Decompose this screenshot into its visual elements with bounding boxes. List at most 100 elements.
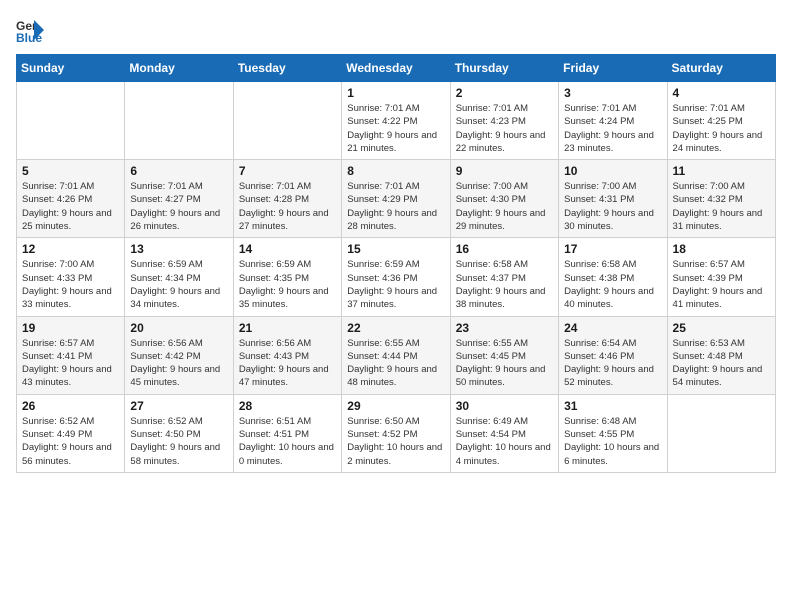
calendar-cell: 24Sunrise: 6:54 AM Sunset: 4:46 PM Dayli… <box>559 316 667 394</box>
day-number: 15 <box>347 242 444 256</box>
day-number: 16 <box>456 242 553 256</box>
calendar-cell: 22 Sunrise: 6:55 AM Sunset: 4:44 PM Dayli… <box>342 316 450 394</box>
day-number: 7 <box>239 164 336 178</box>
calendar-header-wednesday: Wednesday <box>342 55 450 82</box>
day-number: 26 <box>22 399 119 413</box>
day-info: Sunrise: 7:01 AM Sunset: 4:24 PM Dayligh… <box>564 102 661 155</box>
day-info: Sunrise: 7:00 AM Sunset: 4:32 PM Dayligh… <box>673 180 770 233</box>
day-info: Sunrise: 7:01 AM Sunset: 4:23 PM Dayligh… <box>456 102 553 155</box>
calendar-cell: 26 Sunrise: 6:52 AM Sunset: 4:49 PM Dayli… <box>17 394 125 472</box>
day-info: Sunrise: 6:52 AM Sunset: 4:49 PM Dayligh… <box>22 415 119 468</box>
day-number: 23 <box>456 321 553 335</box>
calendar-cell: 30 Sunrise: 6:49 AM Sunset: 4:54 PM Dayli… <box>450 394 558 472</box>
day-info: Sunrise: 6:58 AM Sunset: 4:38 PM Dayligh… <box>564 258 661 311</box>
calendar-cell: 8 Sunrise: 7:01 AM Sunset: 4:29 PM Daylig… <box>342 160 450 238</box>
day-info: Sunrise: 6:49 AM Sunset: 4:54 PM Dayligh… <box>456 415 553 468</box>
calendar-cell: 2 Sunrise: 7:01 AM Sunset: 4:23 PM Daylig… <box>450 82 558 160</box>
day-info: Sunrise: 7:01 AM Sunset: 4:28 PM Dayligh… <box>239 180 336 233</box>
day-number: 13 <box>130 242 227 256</box>
calendar-header-tuesday: Tuesday <box>233 55 341 82</box>
day-number: 31 <box>564 399 661 413</box>
day-number: 30 <box>456 399 553 413</box>
calendar-cell: 14Sunrise: 6:59 AM Sunset: 4:35 PM Dayli… <box>233 238 341 316</box>
day-number: 11 <box>673 164 770 178</box>
calendar-cell <box>125 82 233 160</box>
day-info: Sunrise: 6:56 AM Sunset: 4:43 PM Dayligh… <box>239 337 336 390</box>
logo-icon: Gen Blue <box>16 16 44 44</box>
day-info: Sunrise: 7:01 AM Sunset: 4:26 PM Dayligh… <box>22 180 119 233</box>
day-number: 22 <box>347 321 444 335</box>
day-number: 25 <box>673 321 770 335</box>
calendar-header-sunday: Sunday <box>17 55 125 82</box>
day-info: Sunrise: 6:50 AM Sunset: 4:52 PM Dayligh… <box>347 415 444 468</box>
day-info: Sunrise: 7:00 AM Sunset: 4:31 PM Dayligh… <box>564 180 661 233</box>
calendar-header-row: SundayMondayTuesdayWednesdayThursdayFrid… <box>17 55 776 82</box>
day-info: Sunrise: 6:55 AM Sunset: 4:44 PM Dayligh… <box>347 337 444 390</box>
calendar-cell: 9 Sunrise: 7:00 AM Sunset: 4:30 PM Daylig… <box>450 160 558 238</box>
day-number: 27 <box>130 399 227 413</box>
day-number: 6 <box>130 164 227 178</box>
calendar-header-friday: Friday <box>559 55 667 82</box>
calendar-cell: 28 Sunrise: 6:51 AM Sunset: 4:51 PM Dayli… <box>233 394 341 472</box>
day-info: Sunrise: 6:52 AM Sunset: 4:50 PM Dayligh… <box>130 415 227 468</box>
svg-text:Blue: Blue <box>16 31 42 44</box>
calendar-cell: 25Sunrise: 6:53 AM Sunset: 4:48 PM Dayli… <box>667 316 775 394</box>
calendar-cell: 23 Sunrise: 6:55 AM Sunset: 4:45 PM Dayli… <box>450 316 558 394</box>
calendar-cell: 7 Sunrise: 7:01 AM Sunset: 4:28 PM Daylig… <box>233 160 341 238</box>
day-info: Sunrise: 7:01 AM Sunset: 4:22 PM Dayligh… <box>347 102 444 155</box>
calendar-cell: 4 Sunrise: 7:01 AM Sunset: 4:25 PM Daylig… <box>667 82 775 160</box>
day-info: Sunrise: 6:51 AM Sunset: 4:51 PM Dayligh… <box>239 415 336 468</box>
calendar-week-row: 1 Sunrise: 7:01 AM Sunset: 4:22 PM Daylig… <box>17 82 776 160</box>
day-info: Sunrise: 7:01 AM Sunset: 4:27 PM Dayligh… <box>130 180 227 233</box>
day-info: Sunrise: 6:56 AM Sunset: 4:42 PM Dayligh… <box>130 337 227 390</box>
calendar-cell: 17 Sunrise: 6:58 AM Sunset: 4:38 PM Dayli… <box>559 238 667 316</box>
calendar-cell: 3Sunrise: 7:01 AM Sunset: 4:24 PM Daylig… <box>559 82 667 160</box>
day-number: 10 <box>564 164 661 178</box>
day-number: 8 <box>347 164 444 178</box>
day-number: 5 <box>22 164 119 178</box>
calendar-header-thursday: Thursday <box>450 55 558 82</box>
day-number: 2 <box>456 86 553 100</box>
calendar-cell: 10 Sunrise: 7:00 AM Sunset: 4:31 PM Dayli… <box>559 160 667 238</box>
calendar-header-saturday: Saturday <box>667 55 775 82</box>
calendar-cell: 18 Sunrise: 6:57 AM Sunset: 4:39 PM Dayli… <box>667 238 775 316</box>
day-number: 9 <box>456 164 553 178</box>
day-number: 29 <box>347 399 444 413</box>
calendar-cell: 15 Sunrise: 6:59 AM Sunset: 4:36 PM Dayli… <box>342 238 450 316</box>
calendar-cell: 21 Sunrise: 6:56 AM Sunset: 4:43 PM Dayli… <box>233 316 341 394</box>
day-info: Sunrise: 6:55 AM Sunset: 4:45 PM Dayligh… <box>456 337 553 390</box>
day-info: Sunrise: 7:01 AM Sunset: 4:29 PM Dayligh… <box>347 180 444 233</box>
calendar-cell: 31 Sunrise: 6:48 AM Sunset: 4:55 PM Dayli… <box>559 394 667 472</box>
calendar-cell: 11 Sunrise: 7:00 AM Sunset: 4:32 PM Dayli… <box>667 160 775 238</box>
day-info: Sunrise: 6:57 AM Sunset: 4:39 PM Dayligh… <box>673 258 770 311</box>
day-number: 14 <box>239 242 336 256</box>
calendar-cell: 13 Sunrise: 6:59 AM Sunset: 4:34 PM Dayli… <box>125 238 233 316</box>
day-info: Sunrise: 6:57 AM Sunset: 4:41 PM Dayligh… <box>22 337 119 390</box>
day-number: 1 <box>347 86 444 100</box>
day-info: Sunrise: 6:48 AM Sunset: 4:55 PM Dayligh… <box>564 415 661 468</box>
logo: Gen Blue <box>16 16 48 44</box>
day-number: 17 <box>564 242 661 256</box>
day-info: Sunrise: 7:01 AM Sunset: 4:25 PM Dayligh… <box>673 102 770 155</box>
day-info: Sunrise: 7:00 AM Sunset: 4:33 PM Dayligh… <box>22 258 119 311</box>
day-number: 18 <box>673 242 770 256</box>
day-number: 21 <box>239 321 336 335</box>
day-number: 19 <box>22 321 119 335</box>
day-info: Sunrise: 6:54 AM Sunset: 4:46 PM Dayligh… <box>564 337 661 390</box>
calendar-cell: 16Sunrise: 6:58 AM Sunset: 4:37 PM Dayli… <box>450 238 558 316</box>
day-info: Sunrise: 7:00 AM Sunset: 4:30 PM Dayligh… <box>456 180 553 233</box>
calendar-cell: 19 Sunrise: 6:57 AM Sunset: 4:41 PM Dayli… <box>17 316 125 394</box>
calendar-week-row: 26 Sunrise: 6:52 AM Sunset: 4:49 PM Dayli… <box>17 394 776 472</box>
calendar-cell: 20 Sunrise: 6:56 AM Sunset: 4:42 PM Dayli… <box>125 316 233 394</box>
calendar-week-row: 12Sunrise: 7:00 AM Sunset: 4:33 PM Dayli… <box>17 238 776 316</box>
day-info: Sunrise: 6:59 AM Sunset: 4:36 PM Dayligh… <box>347 258 444 311</box>
calendar-header-monday: Monday <box>125 55 233 82</box>
day-number: 4 <box>673 86 770 100</box>
day-number: 28 <box>239 399 336 413</box>
day-number: 20 <box>130 321 227 335</box>
calendar-cell: 29 Sunrise: 6:50 AM Sunset: 4:52 PM Dayli… <box>342 394 450 472</box>
calendar-cell: 12Sunrise: 7:00 AM Sunset: 4:33 PM Dayli… <box>17 238 125 316</box>
day-info: Sunrise: 6:59 AM Sunset: 4:34 PM Dayligh… <box>130 258 227 311</box>
calendar-cell: 27 Sunrise: 6:52 AM Sunset: 4:50 PM Dayli… <box>125 394 233 472</box>
calendar-cell <box>667 394 775 472</box>
